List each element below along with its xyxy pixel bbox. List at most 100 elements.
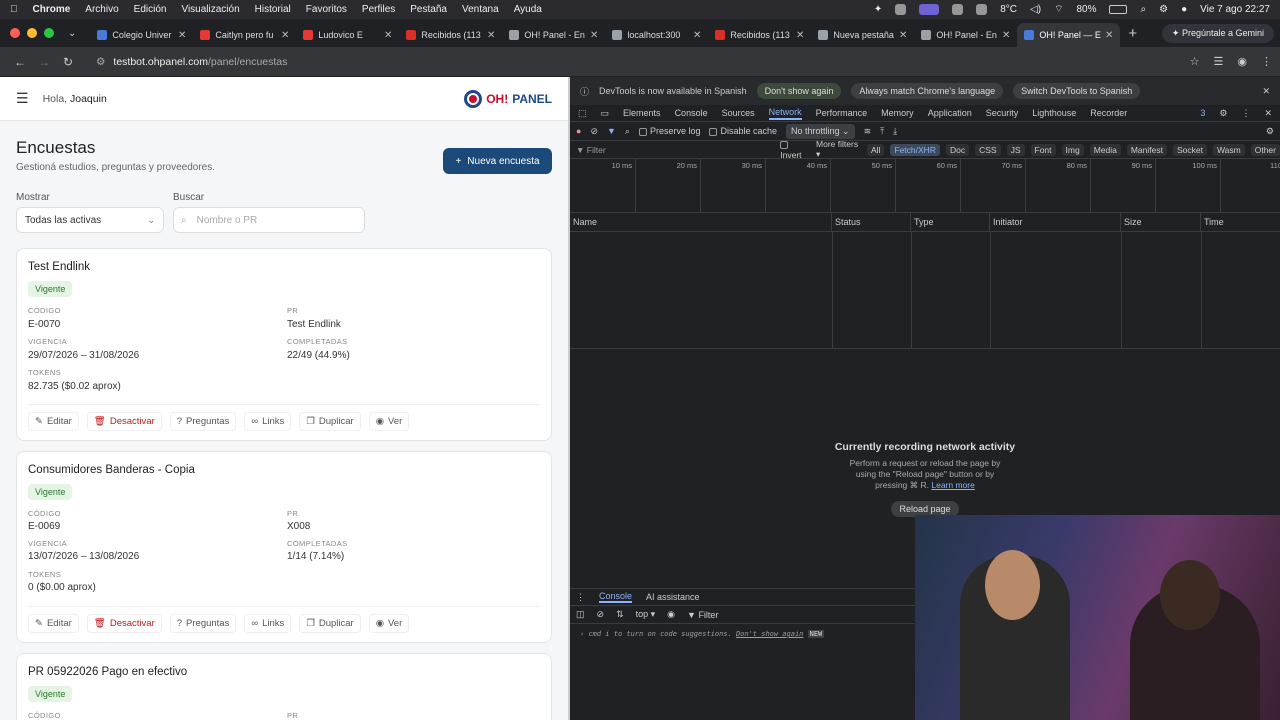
drawer-menu-icon[interactable]: ⋮	[576, 592, 585, 603]
tab-application[interactable]: Application	[928, 108, 972, 118]
filter-chip-socket[interactable]: Socket	[1172, 143, 1207, 156]
forward-icon[interactable]: →	[32, 55, 56, 69]
filter-chip-fetch-xhr[interactable]: Fetch/XHR	[890, 143, 940, 156]
control-center-icon[interactable]: ⚙	[1159, 4, 1168, 15]
browser-tab[interactable]: Recibidos (113 ✕	[399, 23, 502, 47]
tab-close-icon[interactable]: ✕	[999, 30, 1010, 41]
tab-close-icon[interactable]: ✕	[690, 30, 701, 41]
tab-lighthouse[interactable]: Lighthouse	[1032, 108, 1076, 118]
filter-chip-font[interactable]: Font	[1030, 143, 1056, 156]
browser-tab[interactable]: Caitlyn pero fu ✕	[193, 23, 296, 47]
menu-edicion[interactable]: Edición	[134, 4, 167, 15]
create-live-expression-icon[interactable]: ⇅	[616, 609, 624, 620]
clear-icon[interactable]: ⊘	[590, 126, 598, 137]
volume-icon[interactable]: ◁)	[1030, 4, 1041, 15]
match-language-button[interactable]: Always match Chrome's language	[851, 83, 1004, 99]
questions-button[interactable]: ? Preguntas	[169, 614, 237, 633]
close-devtools-icon[interactable]: ✕	[1264, 108, 1272, 119]
profile-avatar-icon[interactable]: ◉	[1237, 55, 1247, 68]
col-size[interactable]: Size	[1121, 213, 1201, 231]
site-info-icon[interactable]: ⚙	[96, 56, 105, 68]
questions-button[interactable]: ? Preguntas	[169, 412, 237, 431]
browser-tab[interactable]: OH! Panel — E ✕	[1017, 23, 1121, 47]
browser-tab[interactable]: OH! Panel - En ✕	[914, 23, 1017, 47]
browser-tab[interactable]: Nueva pestaña ✕	[811, 23, 914, 47]
screen-record-icon[interactable]	[919, 4, 940, 15]
tab-close-icon[interactable]: ✕	[175, 30, 186, 41]
maximize-window-button[interactable]	[44, 28, 54, 38]
apple-icon[interactable]: 	[10, 4, 18, 15]
filter-chip-img[interactable]: Img	[1061, 143, 1084, 156]
deactivate-button[interactable]: 🗑 Desactivar	[86, 614, 162, 633]
tab-console[interactable]: Console	[675, 108, 708, 118]
throttling-select[interactable]: No throttling ⌄	[786, 123, 855, 139]
profile-icon[interactable]: ●	[1181, 4, 1187, 15]
console-filter-input[interactable]: ▼ Filter	[687, 610, 718, 620]
back-icon[interactable]: ←	[8, 55, 32, 69]
tab-sources[interactable]: Sources	[722, 108, 755, 118]
browser-tab[interactable]: Colegio Univer ✕	[90, 23, 193, 47]
browser-tab[interactable]: OH! Panel - En ✕	[502, 23, 605, 47]
drawer-tab-console[interactable]: Console	[599, 591, 633, 603]
menu-archivo[interactable]: Archivo	[85, 4, 118, 15]
col-initiator[interactable]: Initiator	[990, 213, 1121, 231]
gemini-button[interactable]: ✦ Pregúntale a Gemini	[1161, 23, 1274, 43]
filter-chip-doc[interactable]: Doc	[945, 143, 970, 156]
network-timeline-overview[interactable]: 10 ms 20 ms 30 ms 40 ms 50 ms 60 ms 70 ms 80 ms…	[570, 159, 1280, 213]
disable-cache-checkbox[interactable]: Disable cache	[709, 126, 777, 136]
duplicate-button[interactable]: ❐ Duplicar	[299, 614, 361, 633]
hint-dont-show-link[interactable]: Don't show again	[736, 630, 803, 638]
menu-ventana[interactable]: Ventana	[462, 4, 499, 15]
col-time[interactable]: Time	[1201, 213, 1280, 231]
more-filters-button[interactable]: More filters ▾	[816, 139, 861, 160]
filter-chip-wasm[interactable]: Wasm	[1212, 143, 1245, 156]
tab-close-icon[interactable]: ✕	[484, 30, 495, 41]
new-survey-button[interactable]: + Nueva encuesta	[443, 148, 552, 174]
hamburger-menu-icon[interactable]: ☰	[16, 90, 29, 107]
switch-language-button[interactable]: Switch DevTools to Spanish	[1013, 83, 1141, 99]
filter-chip-js[interactable]: JS	[1006, 143, 1025, 156]
weather-icon[interactable]	[976, 4, 988, 15]
tab-performance[interactable]: Performance	[816, 108, 868, 118]
console-prompt[interactable]: › cmd i to turn on code suggestions. Don…	[570, 624, 915, 644]
tab-recorder[interactable]: Recorder	[1090, 108, 1127, 118]
network-settings-icon[interactable]: ⚙	[1266, 126, 1274, 137]
search-input[interactable]: ⌕ Nombre o PR	[173, 207, 365, 233]
tab-close-icon[interactable]: ✕	[1102, 30, 1113, 41]
tab-security[interactable]: Security	[986, 108, 1019, 118]
search-icon[interactable]: ⌕	[1140, 4, 1146, 15]
menu-ayuda[interactable]: Ayuda	[514, 4, 542, 15]
browser-tab[interactable]: localhost:300 ✕	[605, 23, 708, 47]
bookmark-star-icon[interactable]: ☆	[1190, 55, 1200, 68]
dont-show-again-button[interactable]: Don't show again	[756, 83, 842, 99]
preserve-log-checkbox[interactable]: Preserve log	[638, 126, 700, 136]
learn-more-link[interactable]: Learn more	[931, 480, 974, 490]
menu-favoritos[interactable]: Favoritos	[306, 4, 347, 15]
close-icon[interactable]: ✕	[1262, 86, 1270, 97]
survey-title[interactable]: PR 05922026 Pago en efectivo	[28, 666, 187, 678]
clock[interactable]: Vie 7 ago 22:27	[1200, 4, 1270, 15]
filter-chip-css[interactable]: CSS	[975, 143, 1001, 156]
links-button[interactable]: ∞ Links	[244, 614, 292, 633]
menu-perfiles[interactable]: Perfiles	[362, 4, 395, 15]
menu-visualizacion[interactable]: Visualización	[181, 4, 239, 15]
record-icon[interactable]: ●	[576, 126, 581, 136]
reload-icon[interactable]: ↻	[56, 55, 80, 69]
filter-chip-media[interactable]: Media	[1089, 143, 1121, 156]
deactivate-button[interactable]: 🗑 Desactivar	[86, 412, 162, 431]
show-filter-select[interactable]: Todas las activas ⌄	[16, 207, 164, 233]
survey-title[interactable]: Test Endlink	[28, 261, 90, 273]
tab-close-icon[interactable]: ✕	[278, 30, 289, 41]
col-name[interactable]: Name	[570, 213, 832, 231]
col-type[interactable]: Type	[911, 213, 990, 231]
tab-memory[interactable]: Memory	[881, 108, 914, 118]
battery-icon[interactable]	[1109, 5, 1128, 14]
ohpanel-logo[interactable]: OH! PANEL	[464, 89, 552, 108]
network-filter-input[interactable]: ▼ Filter	[576, 145, 774, 155]
close-window-button[interactable]	[10, 28, 20, 38]
url-field[interactable]: ⚙ testbot.ohpanel.com/panel/encuestas	[86, 51, 1182, 73]
extensions-icon[interactable]: ☰	[1214, 55, 1224, 68]
tab-close-icon[interactable]: ✕	[587, 30, 598, 41]
context-select[interactable]: top ▾	[636, 609, 656, 620]
new-tab-button[interactable]: +	[1128, 25, 1137, 42]
